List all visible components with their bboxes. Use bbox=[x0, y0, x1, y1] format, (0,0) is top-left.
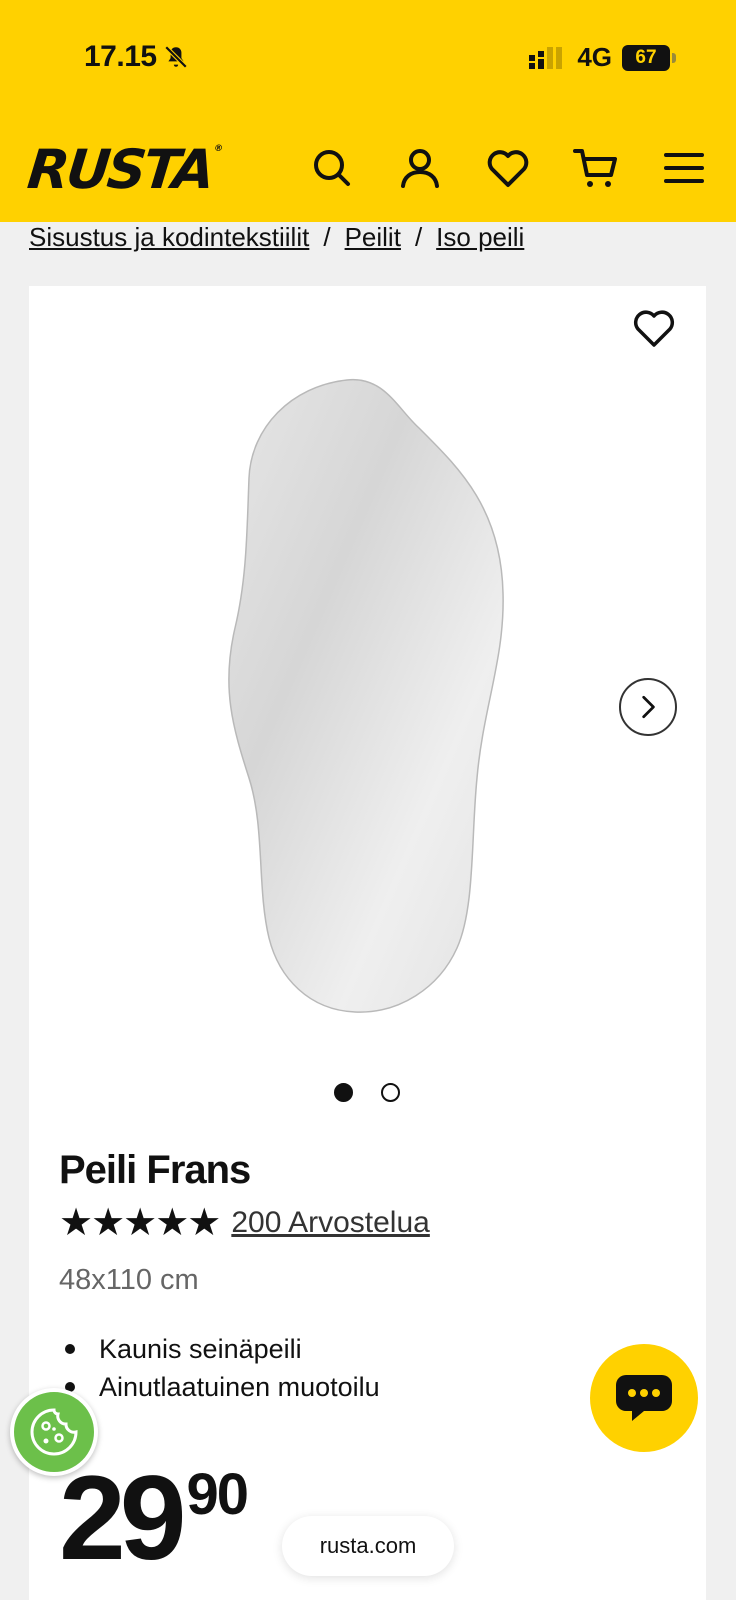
account-button[interactable] bbox=[396, 140, 484, 196]
breadcrumb-separator: / bbox=[323, 222, 331, 252]
feature-item: Ainutlaatuinen muotoilu bbox=[59, 1368, 380, 1406]
rusta-logo[interactable]: RUSTA® bbox=[25, 138, 224, 201]
product-price: 29 90 bbox=[59, 1451, 249, 1585]
heart-icon bbox=[487, 150, 529, 187]
status-right: 4G 67 bbox=[527, 42, 676, 73]
next-image-button[interactable] bbox=[619, 678, 677, 736]
network-type: 4G bbox=[577, 42, 612, 72]
wishlist-button[interactable] bbox=[484, 140, 572, 196]
star-rating-icon: ★★★★★ bbox=[59, 1202, 221, 1244]
header-bar: 17.15 4G 67 RUSTA® bbox=[0, 0, 736, 222]
reviews-link[interactable]: 200 Arvostelua bbox=[231, 1206, 429, 1240]
url-text: rusta.com bbox=[319, 1533, 417, 1558]
chevron-right-icon bbox=[642, 695, 655, 719]
breadcrumb-link-2[interactable]: Peilit bbox=[345, 222, 401, 253]
chat-button[interactable] bbox=[590, 1344, 698, 1452]
heart-icon bbox=[633, 310, 675, 347]
menu-button[interactable] bbox=[660, 140, 736, 196]
breadcrumb: Sisustus ja kodintekstiilit / Peilit / I… bbox=[29, 222, 524, 253]
status-time: 17.15 bbox=[84, 40, 189, 74]
feature-list: Kaunis seinäpeili Ainutlaatuinen muotoil… bbox=[59, 1330, 380, 1406]
add-to-wishlist-button[interactable] bbox=[630, 304, 678, 352]
breadcrumb-link-3[interactable]: Iso peili bbox=[436, 222, 524, 253]
browser-url-bar[interactable]: rusta.com bbox=[282, 1516, 454, 1576]
gallery-pagination bbox=[334, 1083, 400, 1102]
chat-bubble-icon bbox=[616, 1375, 672, 1421]
signal-icon bbox=[529, 46, 563, 69]
search-icon bbox=[314, 150, 350, 186]
product-size: 48x110 cm bbox=[59, 1264, 199, 1296]
battery-level: 67 bbox=[635, 46, 657, 68]
breadcrumb-link-1[interactable]: Sisustus ja kodintekstiilit bbox=[29, 222, 309, 253]
silent-bell-icon bbox=[164, 45, 187, 69]
menu-icon bbox=[664, 153, 704, 183]
price-cents: 90 bbox=[186, 1462, 248, 1527]
product-title: Peili Frans bbox=[59, 1148, 251, 1192]
product-rating: ★★★★★ 200 Arvostelua bbox=[59, 1204, 430, 1242]
feature-item: Kaunis seinäpeili bbox=[59, 1330, 380, 1368]
logo-text: RUSTA bbox=[24, 138, 216, 201]
breadcrumb-separator: / bbox=[414, 222, 423, 252]
gallery-dot-2[interactable] bbox=[381, 1083, 400, 1102]
search-button[interactable] bbox=[308, 140, 396, 196]
account-icon bbox=[401, 149, 439, 188]
header-icons bbox=[308, 140, 736, 196]
price-main: 29 bbox=[59, 1451, 187, 1585]
gallery-dot-1[interactable] bbox=[334, 1083, 353, 1102]
cookie-settings-button[interactable] bbox=[10, 1388, 98, 1476]
clock: 17.15 bbox=[84, 40, 157, 73]
battery-icon: 67 bbox=[622, 44, 676, 71]
cart-button[interactable] bbox=[572, 140, 660, 196]
cart-icon bbox=[573, 149, 617, 187]
product-image[interactable] bbox=[219, 378, 559, 1028]
cookie-icon bbox=[30, 1408, 78, 1456]
